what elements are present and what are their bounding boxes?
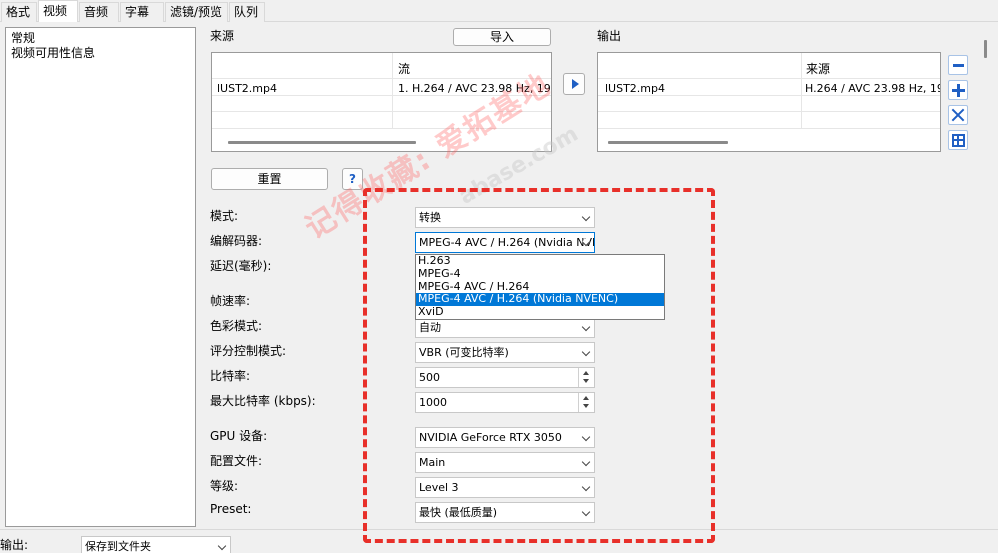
mode-select-value: 转换 <box>419 211 441 224</box>
tab-format[interactable]: 格式 <box>1 2 37 22</box>
source-header-line <box>212 78 551 79</box>
chevron-down-icon <box>581 482 591 492</box>
output-row-line-2 <box>598 111 940 112</box>
codec-select-value: MPEG-4 AVC / H.264 (Nvidia NVE <box>419 236 595 249</box>
output-col-source: 来源 <box>806 62 831 76</box>
source-col-stream: 流 <box>398 62 411 76</box>
source-column-divider <box>392 53 393 128</box>
tree-item-video-usability-info[interactable]: 视频可用性信息 <box>11 46 190 61</box>
output-stream-list[interactable]: 来源 lUST2.mp4 H.264 / AVC 23.98 Hz, 192 <box>597 52 941 152</box>
codec-option-xvid[interactable]: XviD <box>416 305 664 319</box>
arrow-up-icon[interactable] <box>583 396 589 400</box>
profile-select-value: Main <box>419 456 446 469</box>
grid-icon <box>952 134 965 147</box>
codec-option-mpeg4[interactable]: MPEG-4 <box>416 267 664 281</box>
level-select[interactable]: Level 3 <box>415 477 595 498</box>
output-label: 输出 <box>597 29 622 43</box>
rate-control-select[interactable]: VBR (可变比特率) <box>415 342 595 363</box>
output-row-line-3 <box>598 128 940 129</box>
plus-icon <box>952 84 965 97</box>
source-hscrollbar[interactable] <box>228 141 416 144</box>
max-bitrate-stepper[interactable] <box>578 393 594 412</box>
remove-stream-button[interactable] <box>948 55 968 75</box>
minus-icon <box>953 64 964 67</box>
output-destination-value: 保存到文件夹 <box>85 540 151 553</box>
gpu-device-label: GPU 设备: <box>210 429 268 443</box>
codec-select[interactable]: MPEG-4 AVC / H.264 (Nvidia NVE <box>415 232 595 253</box>
preset-select-value: 最快 (最低质量) <box>419 506 498 519</box>
chevron-down-icon <box>581 347 591 357</box>
bitrate-label: 比特率: <box>210 369 251 383</box>
output-hscrollbar[interactable] <box>608 141 728 144</box>
page-vscrollbar[interactable] <box>984 40 987 58</box>
output-row-file: lUST2.mp4 <box>605 82 666 95</box>
chevron-down-icon <box>581 212 591 222</box>
clear-streams-button[interactable] <box>948 105 968 125</box>
fps-label: 帧速率: <box>210 294 251 308</box>
reset-button[interactable]: 重置 <box>211 168 328 190</box>
source-label: 来源 <box>210 29 235 43</box>
tree-item-general[interactable]: 常规 <box>11 31 190 46</box>
stream-grid-button[interactable] <box>948 130 968 150</box>
mode-label: 模式: <box>210 209 239 223</box>
play-arrow-icon <box>572 79 579 89</box>
gpu-device-select[interactable]: NVIDIA GeForce RTX 3050 <box>415 427 595 448</box>
rate-control-label: 评分控制模式: <box>210 344 287 358</box>
output-header-line <box>598 78 940 79</box>
max-bitrate-label: 最大比特率 (kbps): <box>210 394 316 408</box>
chevron-down-icon <box>581 322 591 332</box>
settings-tree: 常规 视频可用性信息 <box>5 27 196 527</box>
output-destination-label: 输出: <box>0 538 29 552</box>
codec-option-h263[interactable]: H.263 <box>416 254 664 268</box>
close-icon <box>951 107 966 123</box>
color-mode-select-value: 自动 <box>419 321 441 334</box>
arrow-down-icon[interactable] <box>583 379 589 383</box>
chevron-down-icon <box>581 432 591 442</box>
tab-filters-preview[interactable]: 滤镜/预览 <box>165 2 228 22</box>
arrow-down-icon[interactable] <box>583 404 589 408</box>
arrow-up-icon[interactable] <box>583 371 589 375</box>
output-row-source: H.264 / AVC 23.98 Hz, 192 <box>805 82 940 95</box>
delay-label: 延迟(毫秒): <box>210 259 272 273</box>
tab-video[interactable]: 视频 <box>38 0 78 22</box>
bitrate-stepper[interactable] <box>578 368 594 387</box>
codec-dropdown-list[interactable]: H.263 MPEG-4 MPEG-4 AVC / H.264 MPEG-4 A… <box>415 254 665 320</box>
level-select-value: Level 3 <box>419 481 459 494</box>
profile-label: 配置文件: <box>210 454 263 468</box>
bitrate-value: 500 <box>419 371 440 384</box>
codec-label: 编解码器: <box>210 234 263 248</box>
gpu-device-select-value: NVIDIA GeForce RTX 3050 <box>419 431 562 444</box>
import-button[interactable]: 导入 <box>453 28 551 46</box>
rate-control-select-value: VBR (可变比特率) <box>419 346 509 359</box>
preset-select[interactable]: 最快 (最低质量) <box>415 502 595 523</box>
chevron-down-icon <box>581 507 591 517</box>
chevron-down-icon <box>217 541 227 551</box>
preset-label: Preset: <box>210 502 252 516</box>
max-bitrate-value: 1000 <box>419 396 447 409</box>
output-row-line-1 <box>598 95 940 96</box>
color-mode-select[interactable]: 自动 <box>415 317 595 338</box>
add-stream-button[interactable] <box>948 80 968 100</box>
chevron-down-icon <box>581 457 591 467</box>
color-mode-label: 色彩模式: <box>210 319 263 333</box>
bottom-divider <box>0 529 998 530</box>
profile-select[interactable]: Main <box>415 452 595 473</box>
codec-option-h264-nvenc[interactable]: MPEG-4 AVC / H.264 (Nvidia NVENC) <box>416 293 664 307</box>
tab-bar: 格式 视频 音频 字幕 滤镜/预览 队列 <box>0 0 998 22</box>
tab-queue[interactable]: 队列 <box>229 2 265 22</box>
output-column-divider <box>801 53 802 128</box>
max-bitrate-input[interactable]: 1000 <box>415 392 595 413</box>
bitrate-input[interactable]: 500 <box>415 367 595 388</box>
level-label: 等级: <box>210 479 239 493</box>
source-row-file: lUST2.mp4 <box>217 82 278 95</box>
mode-select[interactable]: 转换 <box>415 207 595 228</box>
add-to-output-button[interactable] <box>563 73 585 95</box>
tab-subtitles[interactable]: 字幕 <box>120 2 164 22</box>
tab-audio[interactable]: 音频 <box>79 2 119 22</box>
output-destination-select[interactable]: 保存到文件夹 <box>81 536 231 553</box>
